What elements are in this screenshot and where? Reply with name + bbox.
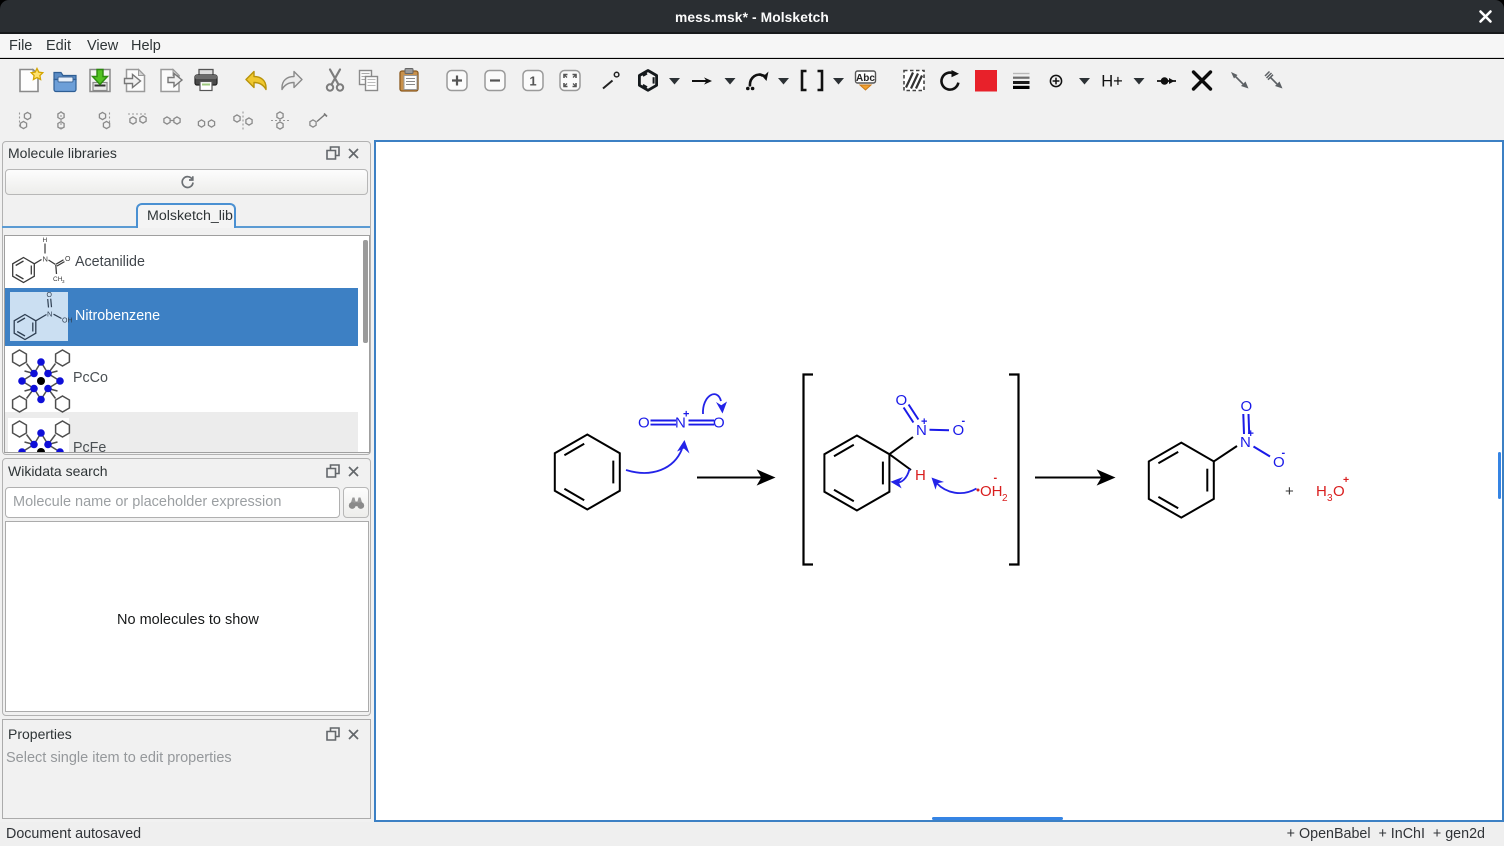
svg-text:OH: OH (980, 483, 1003, 500)
svg-text:Abc: Abc (856, 73, 875, 84)
svg-text:N: N (47, 310, 52, 319)
svg-text:O: O (638, 415, 650, 432)
svg-text:1: 1 (529, 74, 536, 89)
svg-text:+: + (683, 409, 689, 421)
svg-text:+: + (921, 416, 927, 428)
svg-text:O: O (47, 292, 53, 299)
svg-text:H: H (1316, 483, 1327, 500)
svg-text:-: - (962, 415, 966, 427)
svg-text:H+: H+ (1101, 73, 1123, 91)
svg-text:O: O (896, 392, 908, 409)
svg-text:-: - (994, 472, 998, 484)
svg-text:+: + (1285, 483, 1294, 500)
svg-text:+: + (1343, 474, 1349, 486)
svg-text:O: O (65, 256, 71, 263)
svg-text:H: H (915, 467, 926, 484)
svg-text:H: H (43, 237, 48, 244)
svg-text:O: O (1241, 398, 1253, 415)
svg-text:OH: OH (62, 318, 73, 325)
svg-text:2: 2 (1002, 493, 1008, 504)
svg-text:-: - (1282, 447, 1286, 459)
svg-text:3: 3 (62, 279, 65, 284)
svg-text:O: O (713, 415, 725, 432)
svg-text:N: N (43, 255, 48, 264)
